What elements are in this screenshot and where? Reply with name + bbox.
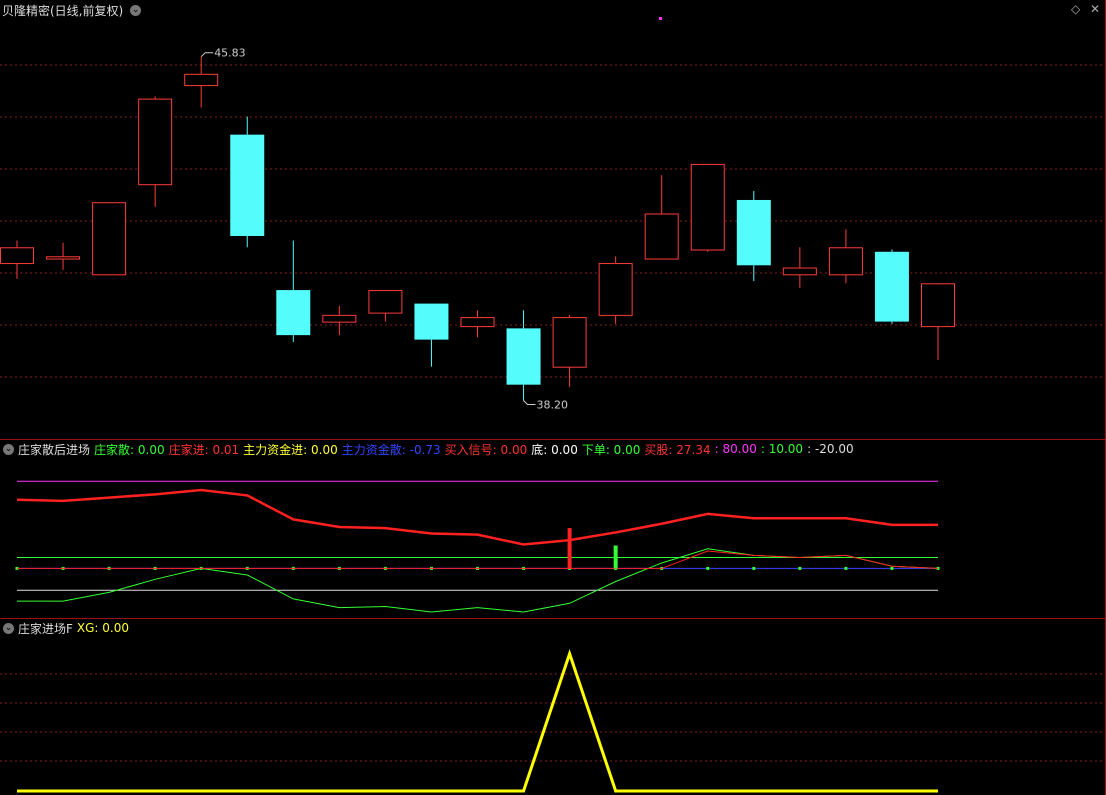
legend-ref-80: : 80.00 — [714, 442, 757, 456]
indicator-panel-2[interactable] — [0, 649, 1104, 793]
chart-stage: 45.83 38.20 — [0, 0, 1106, 795]
candle-body-up — [644, 213, 679, 260]
candlestick-panel[interactable] — [0, 17, 1104, 405]
zero-line-dot — [706, 566, 710, 570]
indicator1-name: 庄家散后进场 — [18, 442, 91, 457]
indicator-series-line — [17, 548, 939, 613]
candle-body-down — [414, 303, 449, 340]
candle-body-down — [736, 199, 771, 266]
indicator2-header: ⌄ 庄家进场F XG: 0.00 — [0, 618, 133, 638]
zero-line-dot — [890, 566, 894, 570]
candle-body-up — [0, 247, 34, 265]
candle-body-up — [368, 290, 403, 314]
signal-bar — [567, 528, 572, 569]
candle-body-up — [598, 263, 633, 316]
indicator1-header: ⌄ 庄家散后进场 庄家散: 0.00 庄家进: 0.01 主力资金进: 0.00… — [0, 439, 858, 459]
candle-body-up — [782, 267, 817, 276]
high-price-label: 45.83 — [214, 47, 246, 60]
main-panel-title: 贝隆精密(日线,前复权) — [2, 3, 124, 18]
candle-body-up — [690, 163, 725, 251]
legend-zhuangjiajin: 庄家进: 0.01 — [168, 442, 240, 457]
chevron-down-icon[interactable]: ⌄ — [3, 443, 14, 455]
candle-body-up — [460, 317, 495, 328]
main-panel-header: 贝隆精密(日线,前复权) ⌄ — [0, 0, 145, 20]
zero-line-dot — [798, 566, 802, 570]
candle-body-up — [552, 317, 587, 368]
low-price-label: 38.20 — [537, 398, 569, 411]
candle-body-down — [874, 251, 909, 322]
candle-body-down — [506, 328, 541, 385]
legend-mairuxinhao: 买入信号: 0.00 — [444, 442, 528, 457]
zero-line-dot — [752, 566, 756, 570]
candle-body-up — [921, 283, 955, 328]
candle-body-up — [828, 247, 863, 276]
signal-bar — [613, 545, 618, 569]
legend-zhuangjiasan: 庄家散: 0.00 — [94, 442, 165, 457]
chevron-down-icon[interactable]: ⌄ — [130, 4, 142, 16]
indicator-series-line — [17, 550, 939, 569]
legend-ref-minus20: : -20.00 — [807, 442, 854, 456]
signal-dot — [659, 17, 662, 20]
diamond-icon[interactable]: ◇ — [1071, 2, 1080, 16]
candle-body-up — [92, 202, 127, 276]
candle-body-up — [138, 98, 173, 186]
high-marker — [200, 52, 214, 58]
legend-di: 底: 0.00 — [531, 442, 578, 457]
candle-body-up — [184, 73, 219, 87]
chevron-down-icon[interactable]: ⌄ — [3, 622, 14, 634]
candle-body-up — [322, 314, 357, 323]
legend-zhulizijinsan: 主力资金散: -0.73 — [341, 442, 441, 457]
candle-body-down — [276, 290, 311, 336]
legend-xg: XG: 0.00 — [76, 621, 130, 635]
legend-zhulizijinjin: 主力资金进: 0.00 — [243, 442, 338, 457]
legend-xiadan: 下单: 0.00 — [581, 442, 641, 457]
legend-ref-10: : 10.00 — [760, 442, 804, 456]
indicator2-name: 庄家进场F — [18, 621, 73, 636]
legend-maigu: 买股: 27.34 — [644, 442, 711, 457]
zero-line-dot — [844, 566, 848, 570]
indicator-panel-1[interactable] — [15, 480, 940, 613]
candle-body-up — [46, 256, 81, 260]
candle-body-down — [230, 134, 265, 237]
close-icon[interactable]: ✕ — [1090, 2, 1100, 16]
low-marker — [523, 400, 536, 405]
indicator-series-line — [16, 488, 938, 546]
